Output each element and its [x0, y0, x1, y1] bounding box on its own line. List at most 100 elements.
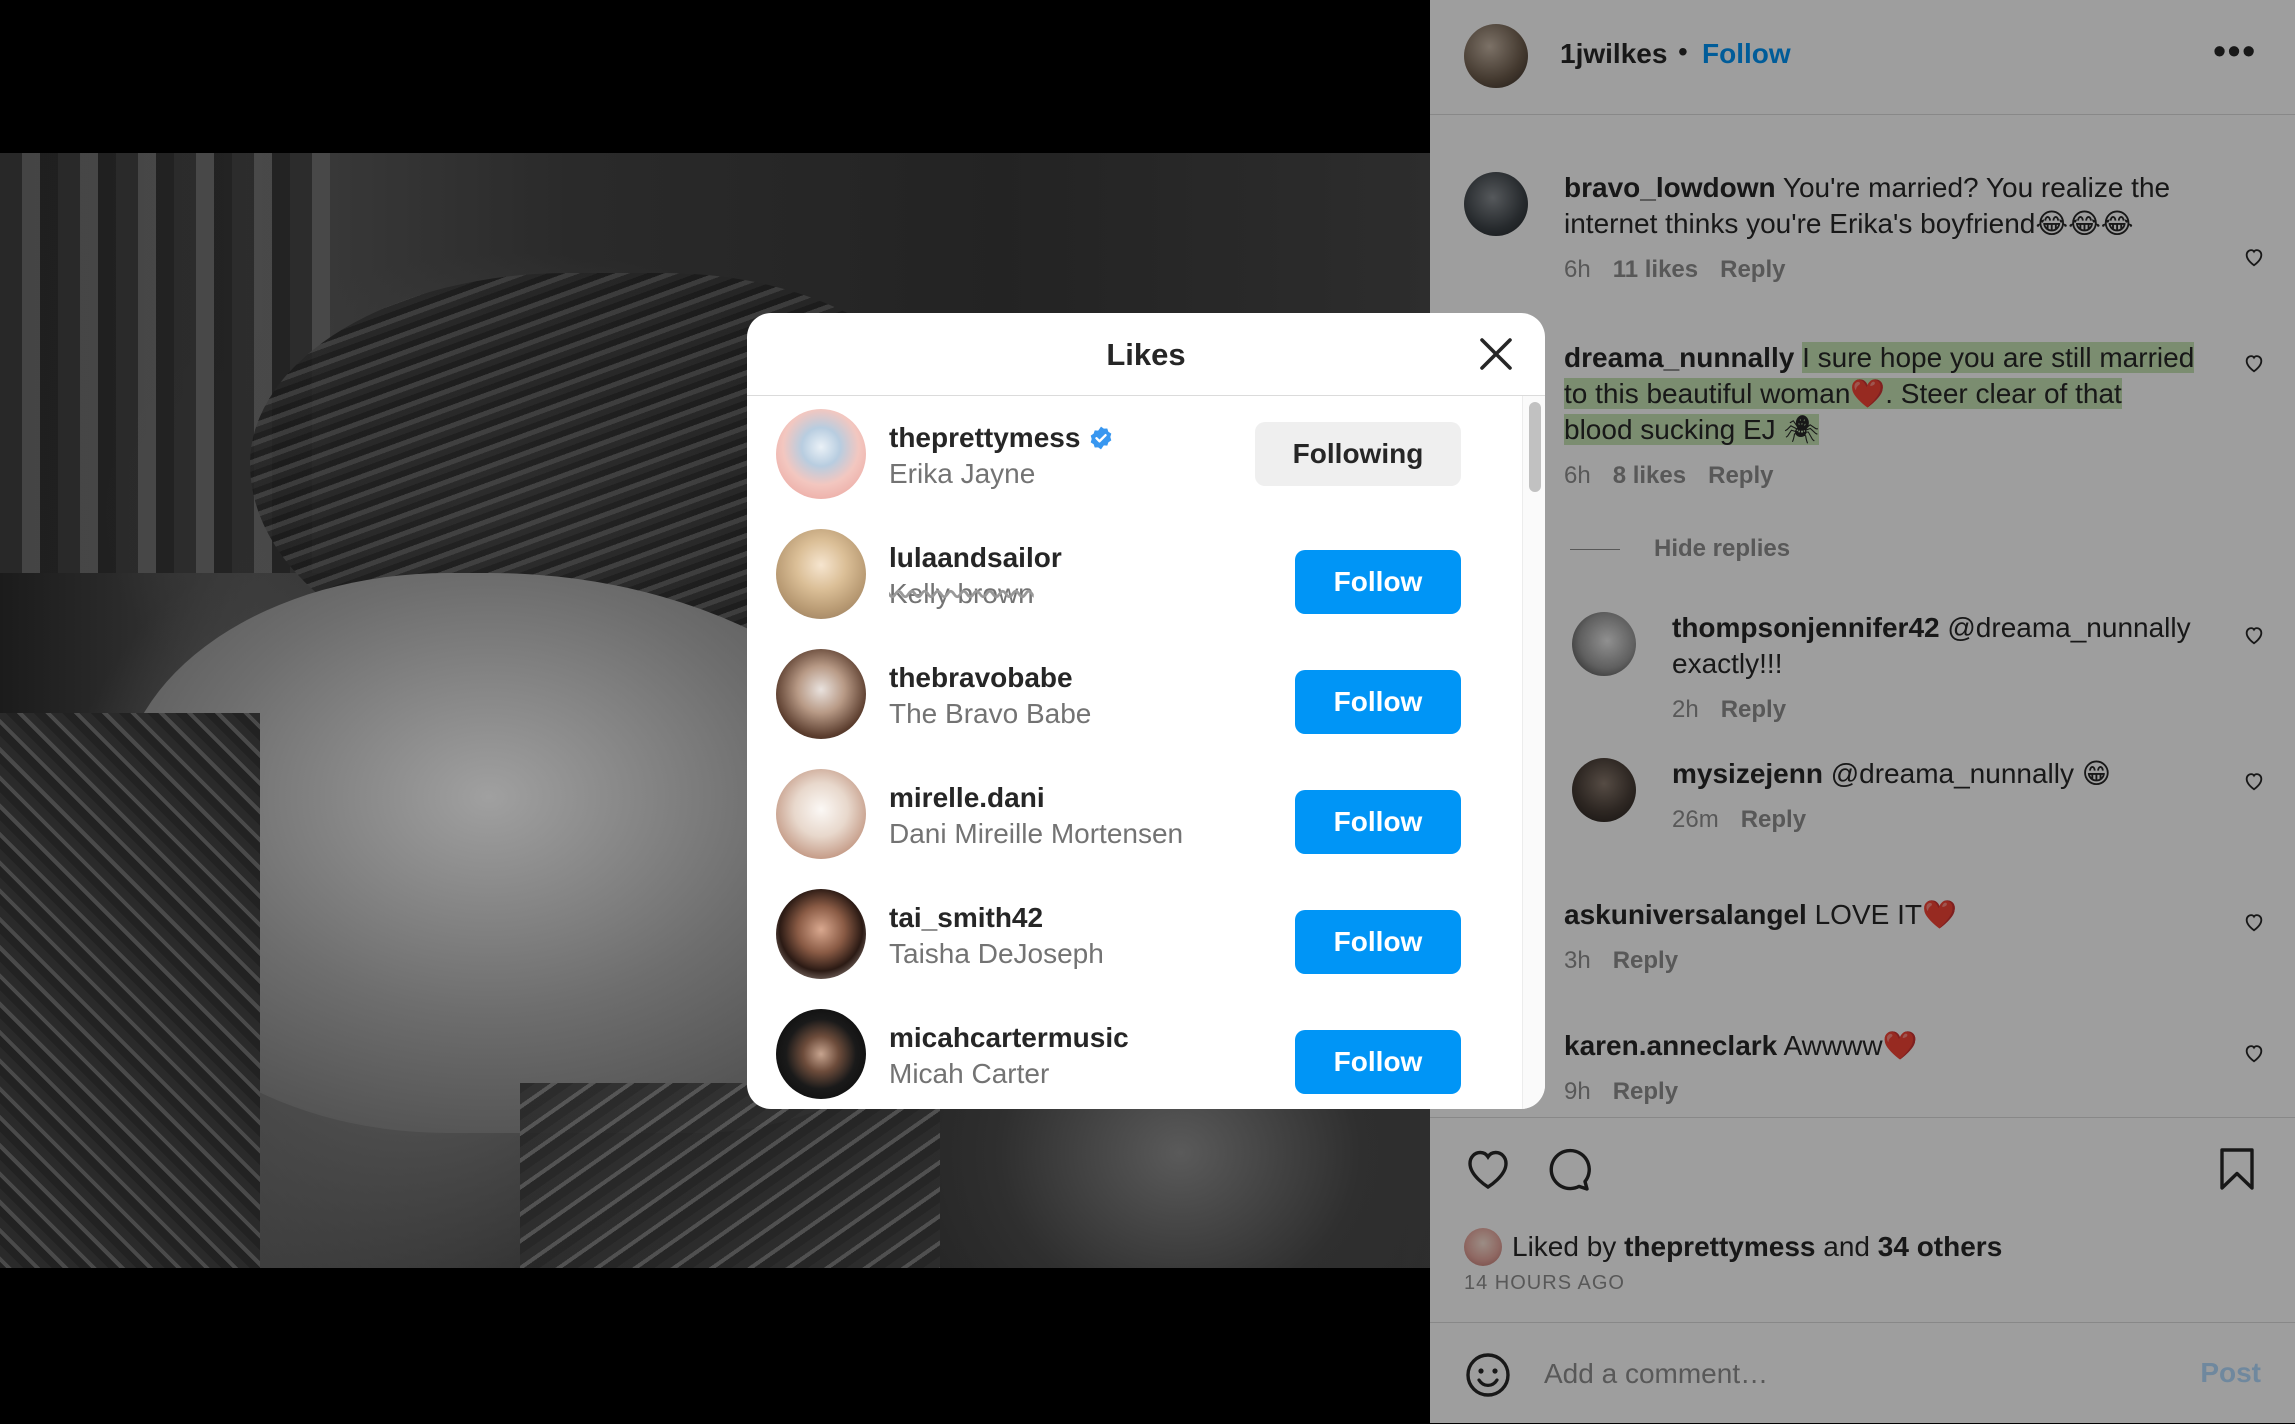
comment-username[interactable]: mysizejenn [1672, 758, 1823, 789]
comment-reply-button[interactable]: Reply [1613, 1078, 1678, 1105]
comment-time: 9h [1564, 1078, 1591, 1105]
comment-icon[interactable] [1544, 1145, 1592, 1193]
comment-username[interactable]: thompsonjennifer42 [1672, 612, 1940, 643]
close-icon[interactable] [1477, 335, 1515, 373]
like-row: thebravobabe The Bravo Babe Follow [747, 636, 1522, 756]
user-avatar[interactable] [776, 529, 866, 619]
photo-lace [0, 713, 260, 1268]
user-avatar[interactable] [776, 889, 866, 979]
likes-list: theprettymess Erika Jayne Following lula… [747, 396, 1522, 1109]
comment-likes[interactable]: 8 likes [1613, 462, 1686, 489]
header-separator: • [1678, 36, 1688, 67]
row-username[interactable]: micahcartermusic [889, 1022, 1129, 1054]
row-username[interactable]: theprettymess [889, 422, 1114, 454]
user-avatar[interactable] [776, 649, 866, 739]
comment-username[interactable]: askuniversalangel [1564, 899, 1807, 930]
liked-by-user[interactable]: theprettymess [1624, 1231, 1815, 1263]
comment-text: mysizejenn @dreama_nunnally 😁 [1672, 758, 2111, 789]
comment-reply-button[interactable]: Reply [1708, 462, 1773, 489]
like-row: micahcartermusic Micah Carter Follow [747, 996, 1522, 1109]
author-avatar[interactable] [1464, 24, 1528, 88]
row-username[interactable]: lulaandsailor [889, 542, 1062, 574]
liked-by-others[interactable]: 34 others [1878, 1231, 2003, 1263]
like-row: lulaandsailor Kelly brown Follow [747, 516, 1522, 636]
comment-text: dreama_nunnally I sure hope you are stil… [1564, 342, 2195, 445]
heart-icon[interactable] [1464, 1145, 1512, 1193]
comment-reply-button[interactable]: Reply [1720, 256, 1785, 283]
comment-time: 2h [1672, 696, 1699, 723]
post-time: 14 HOURS AGO [1464, 1272, 1625, 1294]
emoji-icon[interactable] [1464, 1351, 1512, 1399]
modal-title: Likes [1106, 337, 1186, 372]
row-username[interactable]: tai_smith42 [889, 902, 1043, 934]
comment-bar: Post [1430, 1322, 2295, 1424]
row-username[interactable]: mirelle.dani [889, 782, 1045, 814]
comment-time: 6h [1564, 462, 1591, 489]
follow-button[interactable]: Follow [1295, 790, 1461, 854]
liked-by-prefix: Liked by [1512, 1231, 1617, 1262]
following-button[interactable]: Following [1255, 422, 1461, 486]
commenter-avatar[interactable] [1464, 172, 1528, 236]
like-row: tai_smith42 Taisha DeJoseph Follow [747, 876, 1522, 996]
follow-button[interactable]: Follow [1295, 910, 1461, 974]
photo-lace-lower [520, 1083, 940, 1268]
commenter-avatar[interactable] [1572, 758, 1636, 822]
heart-icon[interactable] [2243, 1042, 2265, 1064]
heart-icon[interactable] [2243, 770, 2265, 792]
comment-text: karen.anneclark Awwww❤️ [1564, 1030, 1918, 1061]
liked-by-summary: Liked by theprettymess and 34 others [1464, 1228, 2002, 1266]
more-icon[interactable]: ••• [2213, 30, 2257, 72]
comments-list: bravo_lowdown You're married? You realiz… [1430, 115, 2295, 1115]
comment-meta: 9h Reply [1564, 1078, 1700, 1106]
likes-modal: Likes theprettymess Erika Jayne Followin… [747, 313, 1545, 1109]
post-sidebar: 1jwilkes • Follow ••• bravo_lowdown You'… [1430, 0, 2295, 1423]
heart-icon[interactable] [2243, 352, 2265, 374]
header-follow-button[interactable]: Follow [1702, 38, 1791, 70]
row-fullname: Micah Carter [889, 1058, 1050, 1089]
heart-icon[interactable] [2243, 624, 2265, 646]
comment-reply-button[interactable]: Reply [1741, 806, 1806, 833]
author-username[interactable]: 1jwilkes [1560, 38, 1667, 70]
post-header: 1jwilkes • Follow ••• [1430, 0, 2295, 115]
commenter-avatar[interactable] [1572, 612, 1636, 676]
comment-time: 26m [1672, 806, 1719, 833]
liked-by-and: and [1823, 1231, 1870, 1262]
comment-meta: 6h 8 likes Reply [1564, 462, 1795, 490]
row-fullname: Erika Jayne [889, 458, 1036, 489]
follow-button[interactable]: Follow [1295, 670, 1461, 734]
hide-replies-button[interactable]: Hide replies [1570, 535, 1790, 563]
comment-meta: 3h Reply [1564, 947, 1700, 975]
like-row: theprettymess Erika Jayne Following [747, 396, 1522, 516]
comment-meta: 2h Reply [1672, 696, 1808, 724]
heart-icon[interactable] [2243, 246, 2265, 268]
comment-likes[interactable]: 11 likes [1613, 256, 1698, 283]
comment-username[interactable]: karen.anneclark [1564, 1030, 1777, 1061]
like-row: mirelle.dani Dani Mireille Mortensen Fol… [747, 756, 1522, 876]
user-avatar[interactable] [776, 1009, 866, 1099]
user-avatar[interactable] [776, 769, 866, 859]
comment-reply-button[interactable]: Reply [1721, 696, 1786, 723]
comment-reply-button[interactable]: Reply [1613, 947, 1678, 974]
comment-text: askuniversalangel LOVE IT❤️ [1564, 899, 1957, 930]
user-avatar[interactable] [776, 409, 866, 499]
actions-divider [1430, 1117, 2295, 1119]
comment-username[interactable]: bravo_lowdown [1564, 172, 1776, 203]
row-fullname: Dani Mireille Mortensen [889, 818, 1184, 849]
modal-scrollbar[interactable] [1522, 396, 1545, 1109]
modal-header: Likes [747, 313, 1545, 396]
comment-meta: 6h 11 likes Reply [1564, 256, 1807, 284]
post-button[interactable]: Post [2200, 1357, 2261, 1389]
comment-username[interactable]: dreama_nunnally [1564, 342, 1794, 373]
follow-button[interactable]: Follow [1295, 550, 1461, 614]
row-fullname: The Bravo Babe [889, 698, 1092, 729]
comment-time: 3h [1564, 947, 1591, 974]
comment-input[interactable] [1542, 1347, 2166, 1401]
heart-icon[interactable] [2243, 911, 2265, 933]
bookmark-icon[interactable] [2213, 1145, 2261, 1193]
liked-by-avatar [1464, 1228, 1502, 1266]
comment-time: 6h [1564, 256, 1591, 283]
row-username[interactable]: thebravobabe [889, 662, 1073, 694]
verified-icon [1091, 426, 1112, 450]
scrollbar-thumb[interactable] [1529, 402, 1541, 492]
follow-button[interactable]: Follow [1295, 1030, 1461, 1094]
